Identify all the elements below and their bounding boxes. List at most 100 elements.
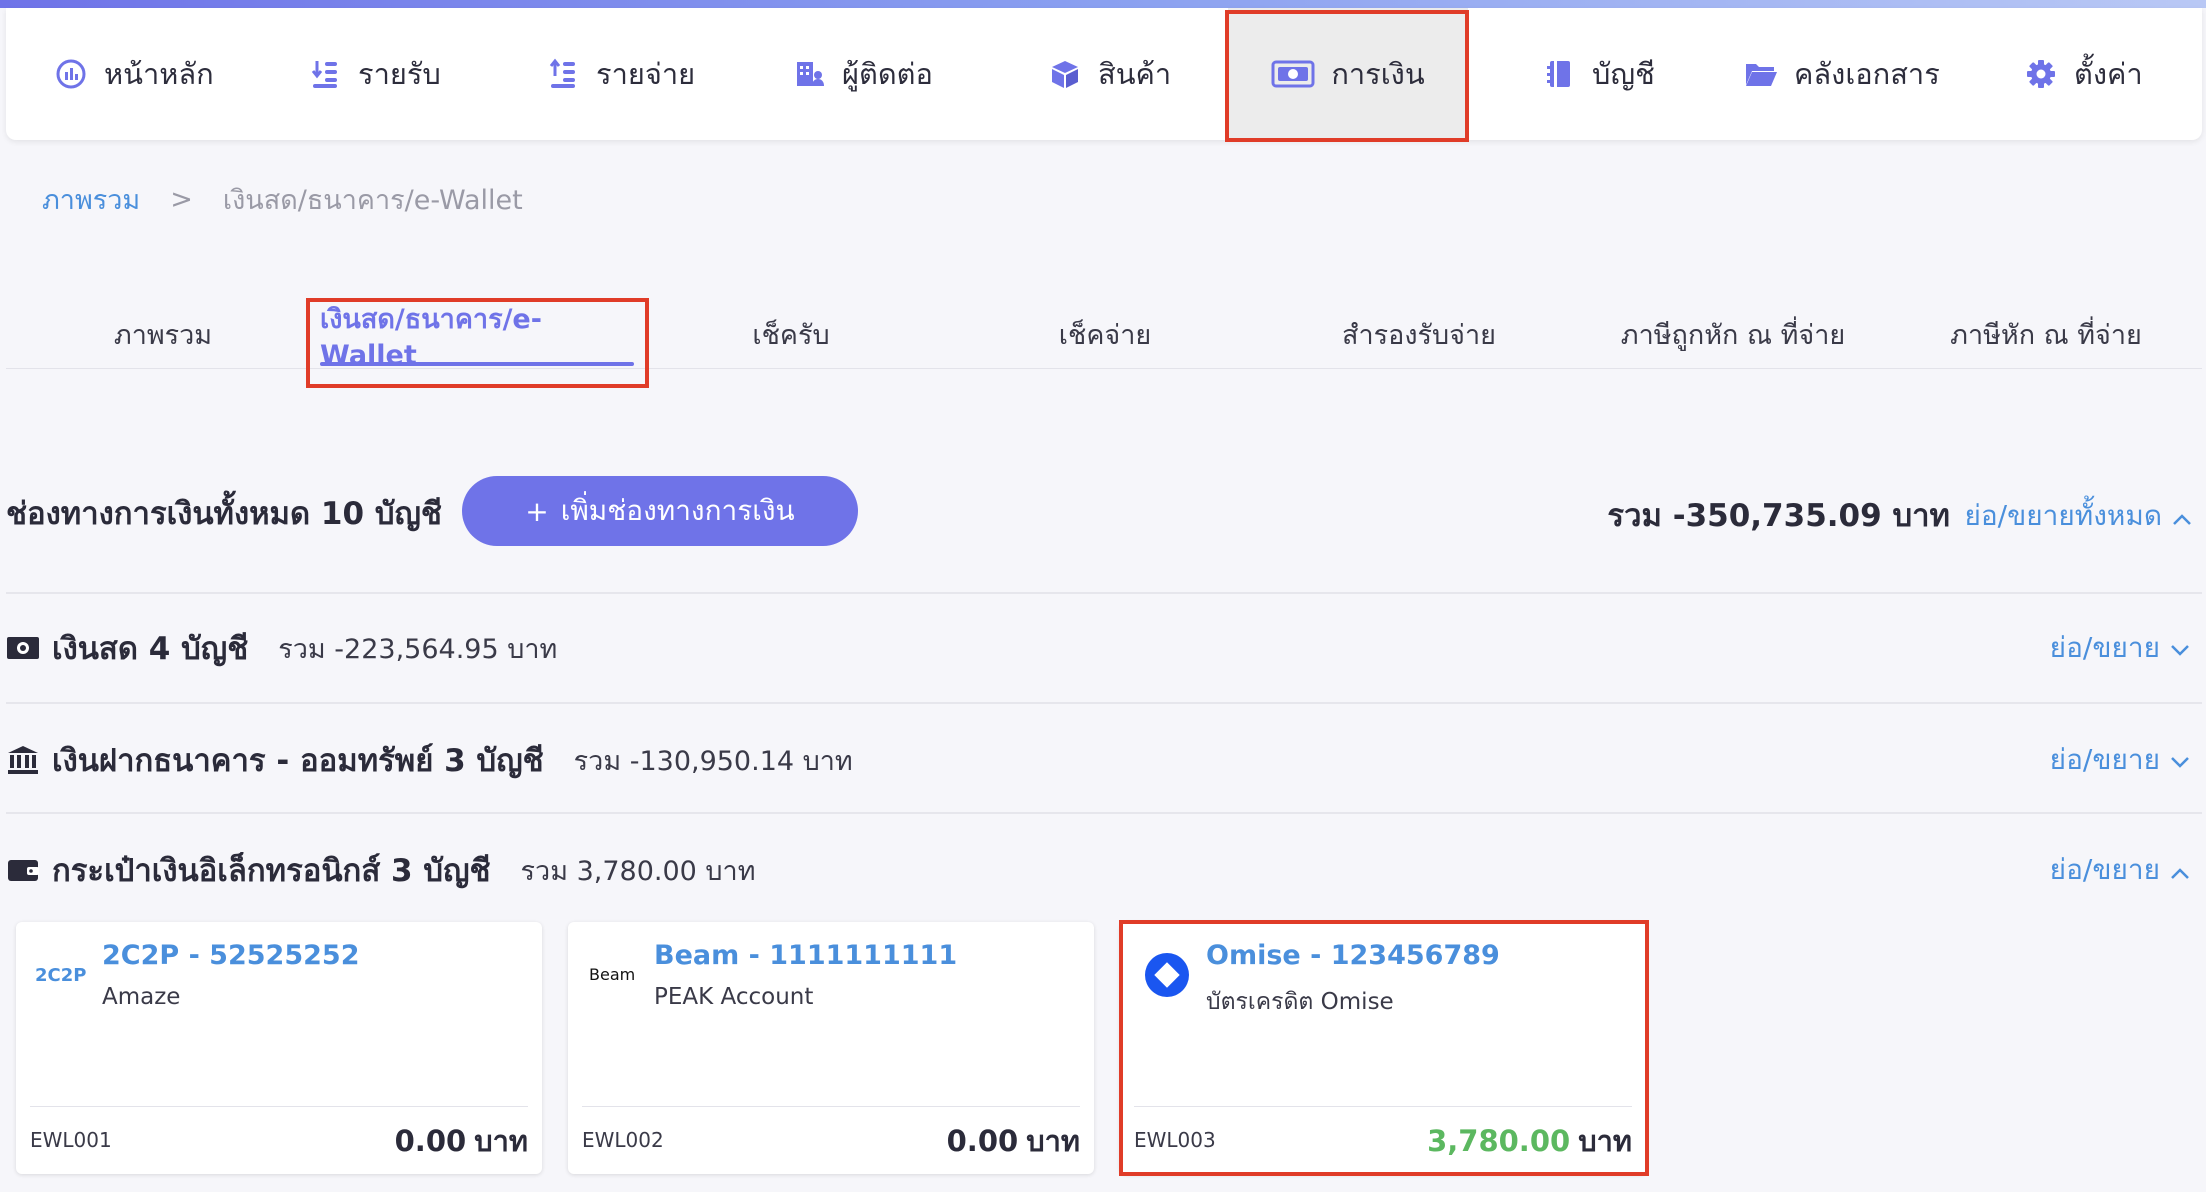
nav-label: ผู้ติดต่อ [842, 57, 933, 91]
tab-wht-deducted[interactable]: ภาษีถูกหัก ณ ที่จ่าย [1576, 300, 1890, 368]
2c2p-logo-icon: 2C2P [34, 952, 92, 998]
account-name[interactable]: Omise - 123456789 [1206, 940, 1500, 971]
group-cash[interactable]: เงินสด 4 บัญชี รวม -223,564.95 บาท ย่อ/ข… [6, 618, 2202, 678]
nav-label: สินค้า [1098, 57, 1172, 91]
card-divider [30, 1106, 528, 1107]
tab-cash-bank-ewallet[interactable]: เงินสด/ธนาคาร/e-Wallet [320, 300, 634, 371]
account-code: EWL002 [582, 1128, 664, 1152]
tab-cheque-paid[interactable]: เช็คจ่าย [948, 300, 1262, 368]
chevron-up-icon [2170, 854, 2190, 887]
balance-unit: บาท [1026, 1124, 1080, 1158]
ewallet-card-2c2p[interactable]: 2C2P 2C2P - 52525252 Amaze EWL001 0.00 บ… [16, 922, 542, 1174]
divider [6, 812, 2202, 814]
card-divider [582, 1106, 1080, 1107]
collapse-all-label: ย่อ/ขยายทั้งหมด [1964, 499, 2162, 532]
divider [6, 702, 2202, 704]
nav-item-expense[interactable]: รายจ่าย [546, 8, 695, 140]
balance-unit: บาท [474, 1124, 528, 1158]
nav-item-settings[interactable]: ตั้งค่า [2024, 8, 2143, 140]
breadcrumb: ภาพรวม > เงินสด/ธนาคาร/e-Wallet [42, 178, 523, 221]
ledger-icon [1542, 57, 1576, 91]
breadcrumb-separator: > [170, 184, 193, 215]
svg-text:Beam: Beam [589, 965, 635, 984]
ewallet-card-omise[interactable]: Omise - 123456789 บัตรเครดิต Omise EWL00… [1120, 922, 1646, 1174]
plus-icon: + [525, 494, 549, 528]
account-balance: 3,780.00 บาท [1427, 1118, 1632, 1164]
omise-logo-icon [1138, 952, 1196, 998]
tab-cheque-received[interactable]: เช็ครับ [634, 300, 948, 368]
nav-item-accounts[interactable]: บัญชี [1542, 8, 1655, 140]
collapse-all-toggle[interactable]: ย่อ/ขยายทั้งหมด [1964, 494, 2192, 538]
account-subtitle: PEAK Account [654, 984, 814, 1010]
contacts-icon [792, 57, 826, 91]
nav-item-contacts[interactable]: ผู้ติดต่อ [792, 8, 933, 140]
ewallet-card-beam[interactable]: Beam Beam - 1111111111 PEAK Account EWL0… [568, 922, 1094, 1174]
bank-icon [6, 743, 40, 777]
divider [6, 592, 2202, 594]
nav-label: รายรับ [358, 57, 441, 91]
toggle-label: ย่อ/ขยาย [2049, 853, 2160, 886]
nav-item-documents[interactable]: คลังเอกสาร [1744, 8, 1940, 140]
breadcrumb-root-link[interactable]: ภาพรวม [42, 178, 140, 221]
add-payment-channel-button[interactable]: + เพิ่มช่องทางการเงิน [462, 476, 858, 546]
account-code: EWL001 [30, 1128, 112, 1152]
balance-amount: 0.00 [394, 1124, 467, 1158]
group-title: กระเป๋าเงินอิเล็กทรอนิกส์ 3 บัญชี [52, 853, 491, 889]
nav-label: รายจ่าย [596, 57, 696, 91]
cash-icon [6, 631, 40, 665]
top-accent-bar [0, 0, 2206, 8]
group-sum: รวม -130,950.14 บาท [573, 745, 853, 777]
tab-overview[interactable]: ภาพรวม [6, 300, 320, 368]
expense-icon [546, 57, 580, 91]
beam-logo-icon: Beam [586, 952, 644, 998]
active-tab-underline [320, 362, 634, 366]
grand-total: รวม -350,735.09 บาท [1607, 498, 1950, 534]
nav-item-income[interactable]: รายรับ [308, 8, 441, 140]
nav-label: หน้าหลัก [104, 57, 214, 91]
accounts-summary-title: ช่องทางการเงินทั้งหมด 10 บัญชี [6, 496, 442, 532]
breadcrumb-current: เงินสด/ธนาคาร/e-Wallet [222, 185, 523, 216]
group-title: เงินฝากธนาคาร - ออมทรัพย์ 3 บัญชี [52, 743, 544, 779]
group-toggle[interactable]: ย่อ/ขยาย [2050, 848, 2190, 892]
box-icon [1048, 57, 1082, 91]
group-sum: รวม 3,780.00 บาท [520, 855, 756, 887]
account-code: EWL003 [1134, 1128, 1216, 1152]
group-toggle[interactable]: ย่อ/ขยาย [2050, 738, 2190, 782]
chevron-down-icon [2170, 744, 2190, 777]
tab-reserve[interactable]: สำรองรับจ่าย [1262, 300, 1576, 368]
nav-label: บัญชี [1592, 57, 1655, 91]
group-title: เงินสด 4 บัญชี [52, 631, 249, 667]
chevron-up-icon [2172, 500, 2192, 533]
account-balance: 0.00 บาท [947, 1118, 1080, 1164]
group-ewallet[interactable]: กระเป๋าเงินอิเล็กทรอนิกส์ 3 บัญชี รวม 3,… [6, 840, 2202, 900]
toggle-label: ย่อ/ขยาย [2049, 631, 2160, 664]
card-divider [1134, 1106, 1632, 1107]
nav-label: ตั้งค่า [2074, 57, 2143, 91]
gear-icon [2024, 57, 2058, 91]
account-subtitle: Amaze [102, 984, 181, 1010]
nav-item-products[interactable]: สินค้า [1048, 8, 1171, 140]
nav-item-home[interactable]: หน้าหลัก [54, 8, 214, 140]
toggle-label: ย่อ/ขยาย [2049, 743, 2160, 776]
nav-label: คลังเอกสาร [1794, 57, 1940, 91]
account-subtitle: บัตรเครดิต Omise [1206, 989, 1394, 1015]
svg-text:2C2P: 2C2P [35, 965, 86, 986]
account-name[interactable]: Beam - 1111111111 [654, 940, 957, 971]
account-name[interactable]: 2C2P - 52525252 [102, 940, 359, 971]
group-toggle[interactable]: ย่อ/ขยาย [2050, 626, 2190, 670]
account-balance: 0.00 บาท [395, 1118, 528, 1164]
add-button-label: เพิ่มช่องทางการเงิน [560, 494, 795, 527]
wallet-icon [6, 853, 40, 887]
sub-tabs: ภาพรวม เงินสด/ธนาคาร/e-Wallet เช็ครับ เช… [6, 300, 2202, 371]
nav-label: การเงิน [1331, 57, 1425, 91]
group-sum: รวม -223,564.95 บาท [278, 633, 558, 665]
income-icon [308, 57, 342, 91]
tab-wht-paid[interactable]: ภาษีหัก ณ ที่จ่าย [1890, 300, 2202, 368]
main-navbar: หน้าหลัก รายรับ รายจ่าย ผู้ติดต่อ สินค้า… [6, 8, 2202, 140]
dashboard-icon [54, 57, 88, 91]
balance-amount: 3,780.00 [1427, 1124, 1571, 1158]
nav-item-finance[interactable]: การเงิน [1228, 8, 1468, 140]
group-bank[interactable]: เงินฝากธนาคาร - ออมทรัพย์ 3 บัญชี รวม -1… [6, 730, 2202, 790]
folder-icon [1744, 57, 1778, 91]
money-icon [1271, 57, 1315, 91]
